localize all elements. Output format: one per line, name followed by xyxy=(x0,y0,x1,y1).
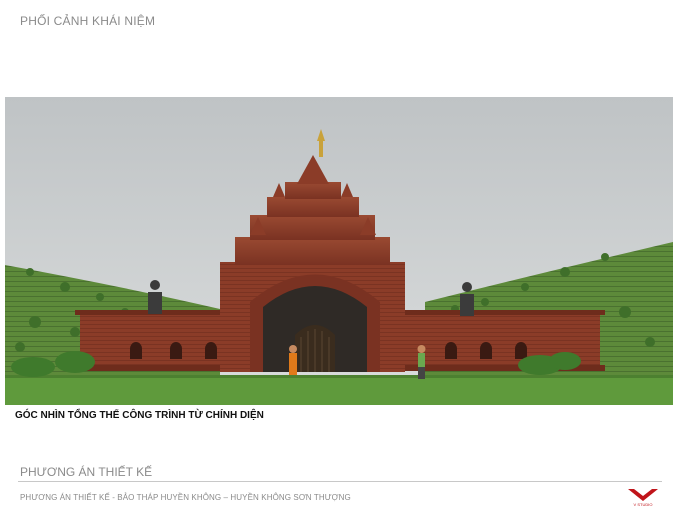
logo-text: V STUDIO xyxy=(633,502,653,507)
vstudio-logo: V STUDIO xyxy=(626,487,660,509)
temple-render-image xyxy=(5,97,673,405)
footer-subtitle: PHƯƠNG ÁN THIẾT KẾ - BẢO THÁP HUYỀN KHÔN… xyxy=(20,493,351,502)
logo-mark-icon xyxy=(628,489,658,501)
render-caption: GÓC NHÌN TỔNG THỂ CÔNG TRÌNH TỪ CHÍNH DI… xyxy=(15,410,264,421)
section-title: PHƯƠNG ÁN THIẾT KẾ xyxy=(20,465,153,479)
page-title: PHỐI CẢNH KHÁI NIỆM xyxy=(20,14,156,28)
divider-line xyxy=(18,481,662,482)
